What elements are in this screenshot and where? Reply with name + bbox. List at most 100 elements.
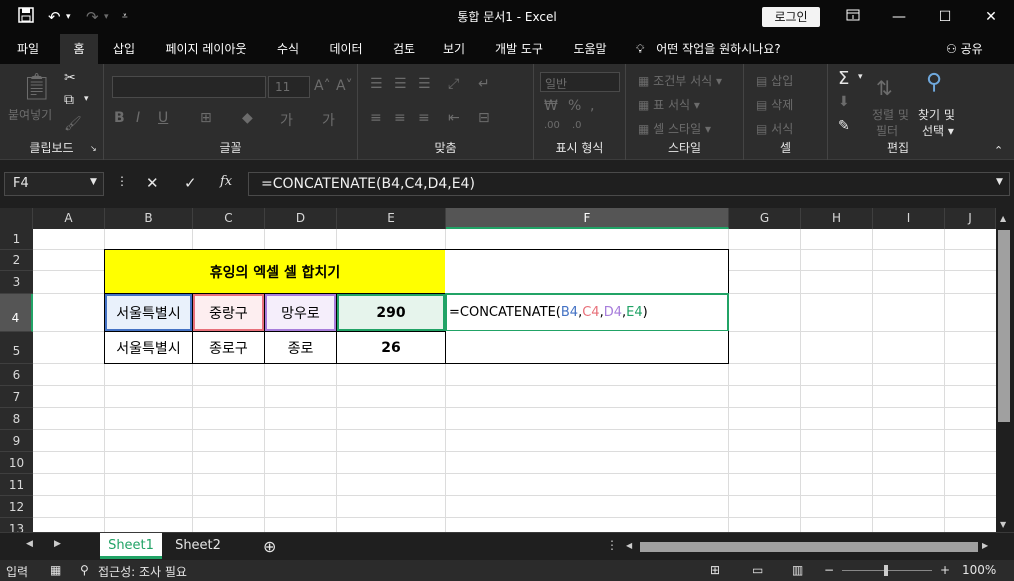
tab-view[interactable]: 보기 xyxy=(434,34,474,64)
copy-icon[interactable]: ⧉ xyxy=(64,92,74,108)
share-button[interactable]: ⚇ 공유 xyxy=(946,34,983,64)
macro-record-icon[interactable]: ▦ xyxy=(50,563,61,577)
cell-area[interactable]: 휴잉의 엑셀 셀 합치기 서울특별시 중랑구 망우로 290 =CONCATEN… xyxy=(33,229,996,532)
paste-icon[interactable]: 📋︎ xyxy=(20,72,53,102)
maximize-icon[interactable]: ☐ xyxy=(922,4,968,30)
col-header-j[interactable]: J xyxy=(945,208,996,229)
underline-icon[interactable]: U xyxy=(158,110,168,126)
cell-d4[interactable]: 망우로 xyxy=(264,293,337,332)
cell-f4-active[interactable]: =CONCATENATE(B4, C4, D4, E4) xyxy=(445,293,729,332)
decrease-font-icon[interactable]: A˅ xyxy=(336,78,353,94)
close-icon[interactable]: ✕ xyxy=(968,4,1014,30)
cell-styles-button[interactable]: ▦ 셀 스타일 ▾ xyxy=(638,120,711,137)
row-header-11[interactable]: 11 xyxy=(0,474,33,496)
new-sheet-icon[interactable]: ⊕ xyxy=(263,537,276,556)
tab-page-layout[interactable]: 페이지 레이아웃 xyxy=(154,34,258,64)
page-layout-view-icon[interactable]: ▭ xyxy=(752,563,763,577)
row-header-7[interactable]: 7 xyxy=(0,386,33,408)
horizontal-scroll-thumb[interactable] xyxy=(640,542,978,552)
cell-d5[interactable]: 종로 xyxy=(264,331,337,364)
row-header-5[interactable]: 5 xyxy=(0,332,33,364)
cell-f2[interactable] xyxy=(445,249,729,294)
row-header-2[interactable]: 2 xyxy=(0,250,33,271)
col-header-e[interactable]: E xyxy=(337,208,446,229)
tab-home[interactable]: 홈 xyxy=(60,34,98,64)
worksheet-grid[interactable]: A B C D E F G H I J 1 2 3 4 5 6 7 8 9 10… xyxy=(0,208,1014,532)
zoom-level[interactable]: 100% xyxy=(962,563,996,577)
col-header-d[interactable]: D xyxy=(265,208,337,229)
scroll-up-icon[interactable]: ▲ xyxy=(1000,214,1006,223)
align-left-icon[interactable]: ≡ xyxy=(370,110,382,126)
tab-data[interactable]: 데이터 xyxy=(320,34,372,64)
wrap-text-icon[interactable]: ↵ xyxy=(478,76,490,92)
font-color-icon[interactable]: 가 xyxy=(280,110,293,130)
expand-formula-bar-icon[interactable]: ▼ xyxy=(996,177,1003,187)
normal-view-icon[interactable]: ⊞ xyxy=(710,563,720,577)
select-all-corner[interactable] xyxy=(0,208,33,229)
row-header-8[interactable]: 8 xyxy=(0,408,33,430)
col-header-a[interactable]: A xyxy=(33,208,105,229)
accessibility-icon[interactable]: ⚲ xyxy=(80,563,89,577)
ribbon-display-options-icon[interactable] xyxy=(830,4,876,30)
fill-color-icon[interactable]: ◆ xyxy=(242,110,253,126)
scroll-down-icon[interactable]: ▼ xyxy=(1000,520,1006,529)
insert-function-icon[interactable]: fx xyxy=(220,174,232,189)
tab-developer[interactable]: 개발 도구 xyxy=(484,34,554,64)
delete-cells-button[interactable]: ▤ 삭제 xyxy=(756,96,793,113)
align-right-icon[interactable]: ≡ xyxy=(418,110,430,126)
align-middle-icon[interactable]: ☰ xyxy=(394,76,407,92)
vertical-scroll-thumb[interactable] xyxy=(998,230,1010,422)
clipboard-launcher-icon[interactable]: ↘ xyxy=(90,144,97,153)
tab-help[interactable]: 도움말 xyxy=(564,34,616,64)
currency-icon[interactable]: ₩ xyxy=(544,98,558,114)
format-cells-button[interactable]: ▤ 서식 xyxy=(756,120,793,137)
collapse-ribbon-icon[interactable]: ⌃ xyxy=(994,144,1003,157)
comma-icon[interactable]: , xyxy=(590,98,594,114)
tab-split-handle-icon[interactable]: ⋮ xyxy=(606,538,618,552)
prev-sheet-icon[interactable]: ◀ xyxy=(26,539,33,549)
cell-b4[interactable]: 서울특별시 xyxy=(104,293,193,332)
autosum-dropdown-icon[interactable]: ▾ xyxy=(858,72,863,82)
accessibility-status[interactable]: 접근성: 조사 필요 xyxy=(98,563,187,580)
copy-dropdown-icon[interactable]: ▾ xyxy=(84,94,89,104)
cancel-icon[interactable]: ✕ xyxy=(146,174,159,192)
row-header-4[interactable]: 4 xyxy=(0,294,33,332)
percent-icon[interactable]: % xyxy=(568,98,581,114)
conditional-formatting-button[interactable]: ▦ 조건부 서식 ▾ xyxy=(638,72,722,89)
bold-icon[interactable]: B xyxy=(114,110,125,126)
login-button[interactable]: 로그인 xyxy=(762,7,820,27)
orientation-icon[interactable]: ⤢ xyxy=(448,76,459,92)
enter-icon[interactable]: ✓ xyxy=(184,174,197,192)
row-header-13[interactable]: 13 xyxy=(0,518,33,532)
scroll-left-icon[interactable]: ◀ xyxy=(626,541,632,550)
align-center-icon[interactable]: ≡ xyxy=(394,110,406,126)
decrease-indent-icon[interactable]: ⇤ xyxy=(448,110,460,126)
row-header-9[interactable]: 9 xyxy=(0,430,33,452)
col-header-f[interactable]: F xyxy=(446,208,729,229)
row-header-1[interactable]: 1 xyxy=(0,229,33,250)
find-select-icon[interactable]: ⚲ xyxy=(926,70,942,95)
formula-input[interactable]: =CONCATENATE(B4,C4,D4,E4) xyxy=(248,172,1010,196)
row-header-10[interactable]: 10 xyxy=(0,452,33,474)
cell-e5[interactable]: 26 xyxy=(336,331,446,364)
align-top-icon[interactable]: ☰ xyxy=(370,76,383,92)
page-break-view-icon[interactable]: ▥ xyxy=(792,563,803,577)
row-header-12[interactable]: 12 xyxy=(0,496,33,518)
tab-formulas[interactable]: 수식 xyxy=(268,34,308,64)
align-bottom-icon[interactable]: ☰ xyxy=(418,76,431,92)
name-box-dropdown-icon[interactable]: ▼ xyxy=(90,177,97,187)
number-format-box[interactable]: 일반 xyxy=(540,72,620,92)
decrease-decimal-icon[interactable]: .0 xyxy=(572,120,582,131)
cell-e4[interactable]: 290 xyxy=(336,293,446,332)
col-header-c[interactable]: C xyxy=(193,208,265,229)
tell-me-search[interactable]: 💡︎ 어떤 작업을 원하시나요? xyxy=(636,34,781,64)
row-header-6[interactable]: 6 xyxy=(0,364,33,386)
horizontal-scrollbar[interactable]: ◀ ▶ xyxy=(624,541,994,553)
tab-file[interactable]: 파일 xyxy=(4,34,52,64)
increase-font-icon[interactable]: A˄ xyxy=(314,78,331,94)
zoom-slider-thumb[interactable] xyxy=(884,565,888,576)
sheet-tab-sheet1[interactable]: Sheet1 xyxy=(100,533,162,559)
name-box[interactable]: F4 xyxy=(4,172,104,196)
increase-decimal-icon[interactable]: .00 xyxy=(544,120,560,131)
sheet-tab-sheet2[interactable]: Sheet2 xyxy=(166,533,230,559)
